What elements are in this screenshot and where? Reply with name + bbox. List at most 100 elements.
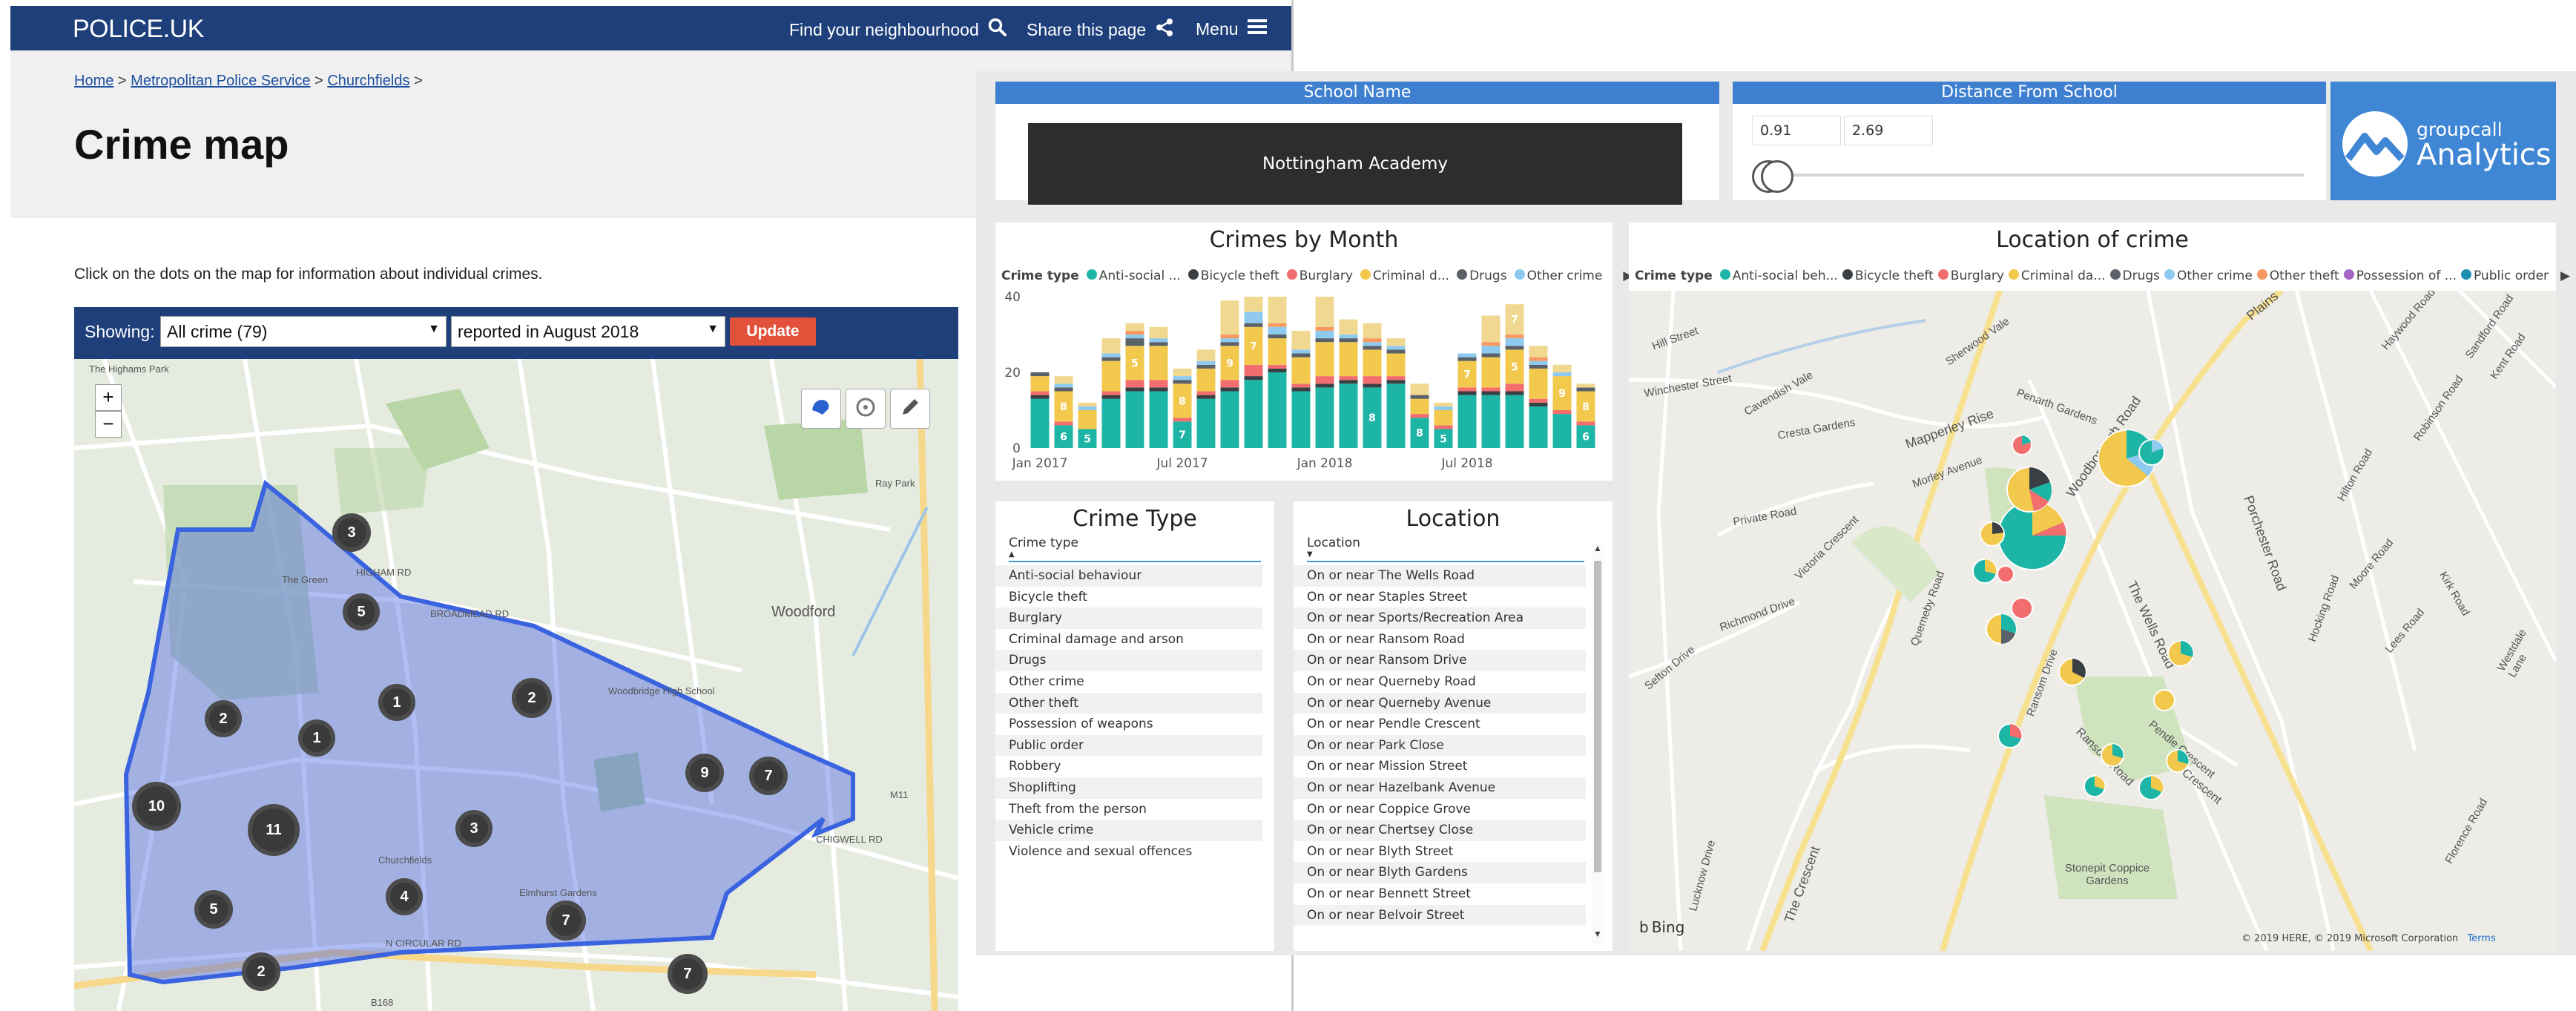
bar-segment[interactable]: [1481, 387, 1501, 392]
bar-segment[interactable]: [1101, 338, 1121, 354]
bar-segment[interactable]: [1125, 330, 1144, 335]
crime-pie-marker[interactable]: [1997, 565, 2015, 583]
bar-segment[interactable]: [1268, 326, 1287, 335]
breadcrumb-home[interactable]: Home: [74, 73, 113, 89]
location-option[interactable]: On or near Mission Street: [1294, 756, 1586, 777]
bar-segment[interactable]: [1268, 335, 1287, 339]
bar-segment[interactable]: [1386, 353, 1406, 377]
bar-segment[interactable]: [1363, 338, 1382, 343]
bar-segment[interactable]: [1315, 326, 1334, 331]
terms-link[interactable]: Terms: [2467, 933, 2495, 944]
bar-segment[interactable]: [1054, 421, 1073, 426]
location-slicer-header[interactable]: Location ▼: [1307, 536, 1584, 562]
bar-segment[interactable]: [1268, 368, 1287, 372]
legend-next-arrow-icon[interactable]: ▶: [2560, 269, 2570, 283]
bar-segment[interactable]: [1505, 391, 1524, 395]
bar-segment[interactable]: [1552, 372, 1572, 377]
location-option[interactable]: On or near Park Close: [1294, 734, 1586, 757]
bar-segment[interactable]: [1410, 395, 1429, 399]
menu-button[interactable]: Menu: [1196, 18, 1267, 40]
bar-segment[interactable]: [1386, 380, 1406, 384]
bar-segment[interactable]: [1291, 330, 1311, 350]
bar-segment[interactable]: [1552, 414, 1572, 448]
location-option[interactable]: On or near Hazelbank Avenue: [1294, 777, 1586, 799]
bar-segment[interactable]: [1315, 297, 1334, 327]
bar-segment[interactable]: [1386, 349, 1406, 354]
period-select[interactable]: reported in August 2018 ▼: [451, 316, 725, 347]
crime-type-option[interactable]: Possession of weapons: [995, 714, 1262, 735]
bar-segment[interactable]: [1505, 335, 1524, 339]
bar-segment[interactable]: [1101, 360, 1121, 392]
crime-cluster-marker[interactable]: 2: [512, 678, 552, 718]
bar-segment[interactable]: [1315, 387, 1334, 448]
bar-segment[interactable]: [1196, 391, 1216, 395]
bar-segment[interactable]: [1101, 391, 1121, 395]
bar-segment[interactable]: [1481, 315, 1501, 343]
crime-cluster-marker[interactable]: 11: [248, 804, 300, 856]
bar-segment[interactable]: [1030, 398, 1050, 448]
location-option[interactable]: On or near Querneby Road: [1294, 671, 1586, 693]
crime-pie-marker[interactable]: [2138, 439, 2165, 466]
bar-segment[interactable]: [1196, 360, 1216, 365]
bar-segment[interactable]: [1576, 421, 1595, 426]
crime-map[interactable]: The Highams Park Ray Park Woodford The G…: [74, 359, 958, 1011]
bar-segment[interactable]: [1268, 338, 1287, 365]
find-neighbourhood-link[interactable]: Find your neighbourhood: [789, 18, 1007, 42]
crime-pie-marker[interactable]: [2058, 658, 2086, 686]
bar-segment[interactable]: [1149, 346, 1168, 381]
update-button[interactable]: Update: [730, 317, 816, 346]
breadcrumb-neighbourhood[interactable]: Churchfields: [327, 73, 409, 89]
bar-segment[interactable]: [1434, 410, 1453, 426]
bar-segment[interactable]: [1196, 364, 1216, 369]
crime-type-option[interactable]: Burglary: [995, 607, 1262, 629]
bar-segment[interactable]: [1505, 338, 1524, 346]
draw-line-button[interactable]: [890, 389, 930, 429]
bar-segment[interactable]: [1149, 326, 1168, 339]
crime-cluster-marker[interactable]: 9: [685, 754, 724, 792]
bar-segment[interactable]: [1505, 395, 1524, 448]
bar-segment[interactable]: [1291, 387, 1311, 392]
bar-segment[interactable]: [1481, 342, 1501, 346]
bar-segment[interactable]: [1030, 376, 1050, 392]
bar-segment[interactable]: [1220, 391, 1239, 449]
bar-segment[interactable]: [1457, 353, 1477, 358]
distance-min-input[interactable]: 0.91: [1752, 116, 1841, 145]
crime-pie-marker[interactable]: [2166, 749, 2190, 773]
bar-segment[interactable]: [1291, 357, 1311, 384]
bar-segment[interactable]: [1315, 338, 1334, 343]
bar-segment[interactable]: [1244, 297, 1263, 312]
bar-segment[interactable]: [1054, 387, 1073, 392]
crime-pie-marker[interactable]: [2006, 467, 2052, 513]
bar-segment[interactable]: [1529, 368, 1548, 399]
bar-segment[interactable]: [1196, 395, 1216, 399]
crime-pie-marker[interactable]: [1972, 559, 1997, 584]
crime-type-option[interactable]: Public order: [995, 734, 1262, 757]
bar-segment[interactable]: [1149, 380, 1168, 388]
bar-segment[interactable]: [1505, 346, 1524, 350]
bar-segment[interactable]: [1101, 398, 1121, 448]
bar-segment[interactable]: [1339, 376, 1358, 381]
crime-cluster-marker[interactable]: 3: [455, 810, 493, 847]
bar-segment[interactable]: [1149, 391, 1168, 449]
bar-segment[interactable]: [1101, 357, 1121, 361]
bar-segment[interactable]: [1101, 395, 1121, 399]
bar-segment[interactable]: [1363, 342, 1382, 346]
crime-pie-marker[interactable]: [2012, 435, 2032, 455]
bar-segment[interactable]: [1220, 342, 1239, 346]
bar-segment[interactable]: [1339, 338, 1358, 343]
share-page-link[interactable]: Share this page: [1027, 18, 1174, 42]
crime-type-option[interactable]: Drugs: [995, 650, 1262, 671]
bar-segment[interactable]: [1268, 323, 1287, 327]
crime-pie-marker[interactable]: [2011, 597, 2033, 619]
bar-segment[interactable]: [1529, 360, 1548, 365]
crime-type-select[interactable]: All crime (79) ▼: [160, 316, 447, 347]
bar-segment[interactable]: [1529, 406, 1548, 448]
location-option[interactable]: On or near Ransom Road: [1294, 629, 1586, 651]
crime-type-option[interactable]: Robbery: [995, 756, 1262, 777]
location-option[interactable]: On or near Pendle Crescent: [1294, 714, 1586, 735]
location-option[interactable]: On or near Ransom Drive: [1294, 650, 1586, 671]
bar-segment[interactable]: [1291, 349, 1311, 354]
bar-segment[interactable]: [1457, 387, 1477, 392]
crime-cluster-marker[interactable]: 7: [749, 757, 788, 795]
bar-segment[interactable]: [1315, 330, 1334, 339]
